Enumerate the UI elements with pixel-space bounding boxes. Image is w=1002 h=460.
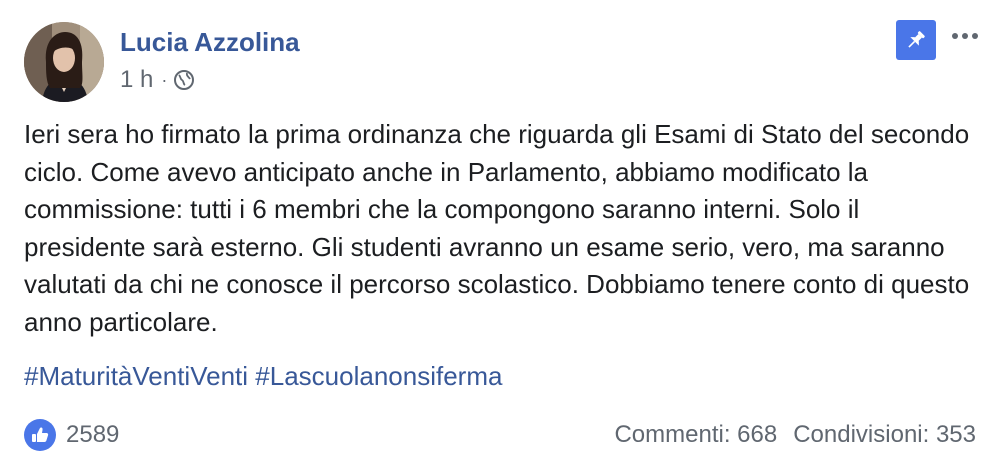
facebook-post: Lucia Azzolina 1 h · Ieri sera ho firmat… (0, 0, 1002, 460)
more-dots-icon (962, 33, 968, 39)
comments-count-link[interactable]: Commenti: 668 (614, 421, 777, 449)
hashtags: #MaturitàVentiVenti #Lascuolanonsiferma (24, 358, 502, 395)
thumbs-up-icon (24, 419, 56, 451)
more-dots-icon (972, 33, 978, 39)
pin-button[interactable] (896, 20, 936, 60)
engagement-stats: Commenti: 668 Condivisioni: 353 (614, 418, 976, 452)
hashtag-link[interactable]: #Lascuolanonsiferma (255, 361, 502, 391)
reactions-summary[interactable]: 2589 (24, 418, 119, 452)
author-name[interactable]: Lucia Azzolina (120, 26, 300, 58)
more-dots-icon (952, 33, 958, 39)
post-timestamp[interactable]: 1 h (120, 66, 153, 94)
post-text: Ieri sera ho firmato la prima ordinanza … (24, 119, 970, 337)
shares-count-link[interactable]: Condivisioni: 353 (793, 421, 976, 449)
globe-icon[interactable] (173, 69, 195, 91)
pushpin-icon (908, 31, 925, 48)
hashtag-link[interactable]: #MaturitàVentiVenti (24, 361, 248, 391)
avatar-image (24, 22, 104, 102)
reaction-count: 2589 (66, 421, 120, 448)
post-meta: 1 h · (120, 66, 195, 94)
meta-separator: · (161, 70, 168, 90)
more-options-button[interactable] (948, 22, 982, 50)
avatar[interactable] (24, 22, 104, 102)
